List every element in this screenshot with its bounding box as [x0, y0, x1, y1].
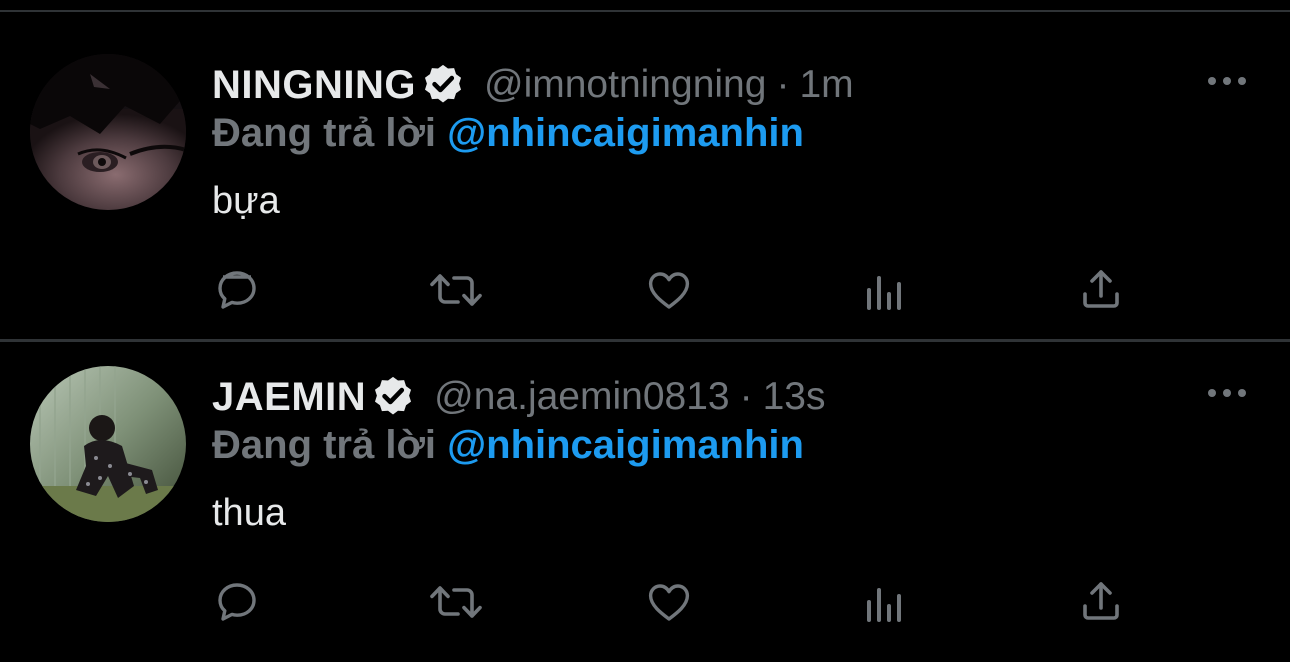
- like-icon[interactable]: [645, 578, 693, 626]
- more-icon[interactable]: [1204, 381, 1250, 405]
- verified-badge-icon: [424, 64, 462, 103]
- verified-badge-icon: [375, 376, 412, 415]
- user-handle[interactable]: @imnotningning: [484, 63, 766, 107]
- timestamp[interactable]: 1m: [799, 63, 853, 107]
- tweet-2[interactable]: JAEMIN @na.jaemin0813 · 13s Đang trả lời…: [0, 342, 1290, 662]
- retweet-icon[interactable]: [428, 578, 482, 626]
- share-icon[interactable]: [1077, 578, 1125, 626]
- reply-icon[interactable]: [213, 266, 261, 314]
- tweet-1[interactable]: NINGNING @imnotningning · 1m Đang trả lờ…: [0, 12, 1290, 332]
- tweet-text: bựa: [212, 180, 280, 222]
- stats-icon[interactable]: [861, 266, 909, 314]
- stats-icon[interactable]: [861, 578, 909, 626]
- reply-icon[interactable]: [213, 578, 261, 626]
- separator-dot: ·: [739, 375, 753, 418]
- timestamp[interactable]: 13s: [763, 375, 826, 419]
- like-icon[interactable]: [645, 266, 693, 314]
- retweet-icon[interactable]: [428, 266, 482, 314]
- reply-mention-link[interactable]: @nhincaigimanhin: [447, 111, 804, 155]
- replying-to: Đang trả lời @nhincaigimanhin: [212, 108, 804, 158]
- user-handle[interactable]: @na.jaemin0813: [434, 375, 729, 419]
- replying-to-label: Đang trả lời: [212, 423, 448, 467]
- display-name[interactable]: NINGNING: [212, 63, 416, 108]
- avatar-jaemin[interactable]: [30, 366, 186, 522]
- share-icon[interactable]: [1077, 266, 1125, 314]
- tweet-text: thua: [212, 492, 286, 534]
- replying-to: Đang trả lời @nhincaigimanhin: [212, 420, 804, 470]
- replying-to-label: Đang trả lời: [212, 111, 448, 155]
- more-icon[interactable]: [1204, 69, 1250, 93]
- avatar-ningning[interactable]: [30, 54, 186, 210]
- reply-mention-link[interactable]: @nhincaigimanhin: [447, 423, 804, 467]
- display-name[interactable]: JAEMIN: [212, 375, 366, 420]
- tweet-header: NINGNING @imnotningning · 1m: [212, 60, 854, 110]
- separator-dot: ·: [776, 63, 790, 106]
- tweet-header: JAEMIN @na.jaemin0813 · 13s: [212, 372, 825, 422]
